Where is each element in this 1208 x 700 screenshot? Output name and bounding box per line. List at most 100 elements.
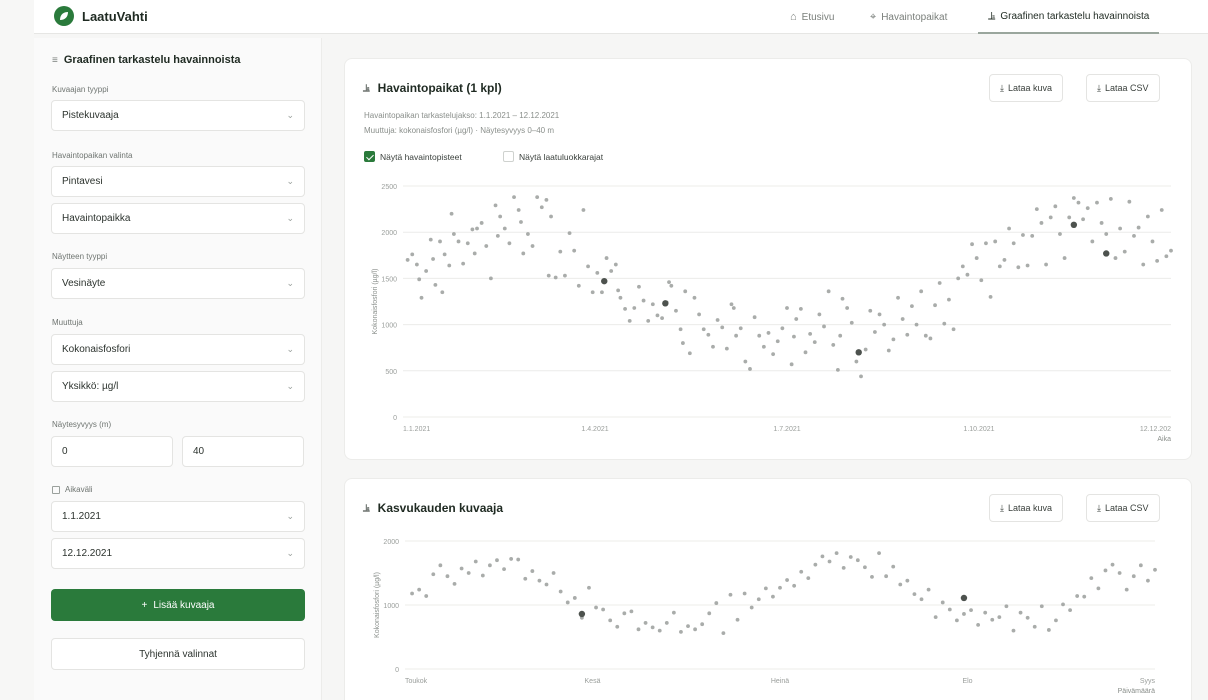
- sample-type-select[interactable]: Vesinäyte ⌄: [51, 268, 305, 299]
- data-point: [1034, 207, 1039, 211]
- data-point: [1081, 217, 1085, 222]
- data-point: [942, 321, 947, 326]
- download-icon: ⤓: [1000, 82, 1004, 93]
- data-point: [771, 594, 775, 599]
- data-point: [988, 294, 993, 299]
- nav-home[interactable]: ⌂ Etusivu: [780, 0, 844, 34]
- chart-icon: ⫡: [988, 9, 996, 22]
- data-point: [743, 359, 748, 364]
- data-point: [1062, 256, 1067, 260]
- card1-download-image-button[interactable]: ⤓ Lataa kuva: [989, 74, 1064, 102]
- chart-type-select[interactable]: Pistekuvaaja ⌄: [51, 100, 305, 131]
- nav-charts[interactable]: ⫡ Graafinen tarkastelu havainnoista: [978, 0, 1160, 34]
- clear-selections-button[interactable]: Tyhjennä valinnat: [51, 638, 305, 670]
- card1-download-csv-button[interactable]: ⤓ Lataa CSV: [1086, 74, 1160, 102]
- data-point: [912, 592, 917, 597]
- data-point: [600, 290, 604, 295]
- y-tick-label: 500: [385, 369, 397, 376]
- calendar-icon: [52, 485, 60, 494]
- variable-select[interactable]: Kokonaisfosfori ⌄: [51, 334, 305, 365]
- depth-min-input[interactable]: 0: [51, 436, 173, 467]
- water-type-select[interactable]: Pintavesi ⌄: [51, 166, 305, 197]
- data-point: [863, 565, 867, 570]
- x-tick-label: 12.12.202: [1140, 426, 1171, 433]
- data-point: [1061, 602, 1065, 607]
- data-point: [1103, 568, 1108, 573]
- data-point: [516, 208, 521, 212]
- data-point: [1053, 204, 1058, 209]
- depth-max-input[interactable]: 40: [182, 436, 304, 467]
- data-point: [778, 585, 782, 590]
- data-point: [799, 569, 804, 574]
- data-point: [1164, 254, 1169, 259]
- data-point: [693, 627, 697, 632]
- data-point: [537, 578, 542, 583]
- data-point: [728, 592, 733, 597]
- data-point: [1039, 604, 1044, 609]
- highlighted-point: [601, 277, 608, 285]
- data-point: [965, 272, 970, 277]
- add-chart-button[interactable]: + Lisää kuvaaja: [51, 589, 305, 621]
- data-point: [877, 312, 882, 317]
- x-tick-label: 1.7.2021: [773, 426, 800, 433]
- data-point: [590, 290, 595, 295]
- data-point: [1090, 239, 1095, 244]
- y-axis-label: Kokonaisfosfori (µg/l): [372, 269, 379, 335]
- add-chart-label: Lisää kuvaaja: [153, 599, 215, 611]
- data-point: [919, 597, 924, 602]
- data-point: [947, 607, 952, 612]
- card2-download-image-button[interactable]: ⤓ Lataa kuva: [989, 494, 1064, 522]
- card2-title: ⫡ Kasvukauden kuvaaja: [363, 501, 503, 515]
- nav-sites[interactable]: ⌖ Havaintopaikat: [860, 0, 957, 34]
- data-point: [539, 205, 544, 210]
- data-point: [410, 591, 414, 596]
- data-point: [523, 576, 528, 581]
- y-tick-label: 2500: [381, 184, 397, 191]
- data-point: [551, 571, 556, 575]
- unit-select[interactable]: Yksikkö: µg/l ⌄: [51, 371, 305, 402]
- date-from-value: 1.1.2021: [62, 511, 101, 522]
- data-point: [512, 195, 516, 199]
- app-frame: LaatuVahti ⌂ Etusivu ⌖ Havaintopaikat ⫡ …: [34, 0, 1208, 700]
- data-point: [440, 290, 445, 295]
- data-point: [637, 284, 641, 289]
- data-point: [1071, 196, 1076, 200]
- date-to-select[interactable]: 12.12.2021 ⌄: [51, 538, 305, 569]
- data-point: [1068, 608, 1072, 613]
- download-icon: ⤓: [1000, 502, 1004, 513]
- card2-download-csv-button[interactable]: ⤓ Lataa CSV: [1086, 494, 1160, 522]
- data-point: [601, 607, 606, 612]
- show-points-checkbox[interactable]: Näytä havaintopisteet: [364, 151, 462, 162]
- data-point: [650, 302, 655, 307]
- data-point: [838, 333, 843, 338]
- chart-type-label: Kuvaajan tyyppi: [52, 85, 109, 94]
- y-tick-label: 1500: [381, 276, 397, 283]
- nav-charts-label: Graafinen tarkastelu havainnoista: [1000, 10, 1150, 22]
- date-from-select[interactable]: 1.1.2021 ⌄: [51, 501, 305, 532]
- logo-leaf-icon[interactable]: [54, 6, 74, 26]
- data-point: [419, 295, 424, 300]
- data-point: [738, 326, 743, 331]
- data-point: [729, 302, 734, 307]
- data-point: [735, 617, 740, 622]
- data-point: [1002, 258, 1007, 262]
- data-point: [817, 312, 822, 317]
- data-point: [884, 574, 889, 579]
- data-point: [854, 359, 859, 364]
- site-select[interactable]: Havaintopaikka ⌄: [51, 203, 305, 234]
- site-value: Havaintopaikka: [62, 213, 131, 224]
- data-point: [914, 322, 919, 327]
- data-point: [424, 594, 429, 598]
- scatter-chart-2: 0 1000 2000 Toukok Kesä Heinä Elo Syys Kokonaisf…: [374, 539, 1157, 695]
- data-point: [433, 282, 438, 287]
- data-point: [587, 585, 591, 590]
- show-limits-label: Näytä laatuluokkarajat: [519, 151, 604, 162]
- data-point: [581, 208, 586, 212]
- filter-icon: ≡: [52, 54, 58, 66]
- highlighted-point: [855, 349, 862, 356]
- range-label: Aikaväli: [52, 485, 93, 494]
- brand-name[interactable]: LaatuVahti: [82, 9, 148, 24]
- range-label-text: Aikaväli: [65, 485, 93, 494]
- data-point: [558, 249, 563, 254]
- show-limits-checkbox[interactable]: Näytä laatuluokkarajat: [503, 151, 603, 162]
